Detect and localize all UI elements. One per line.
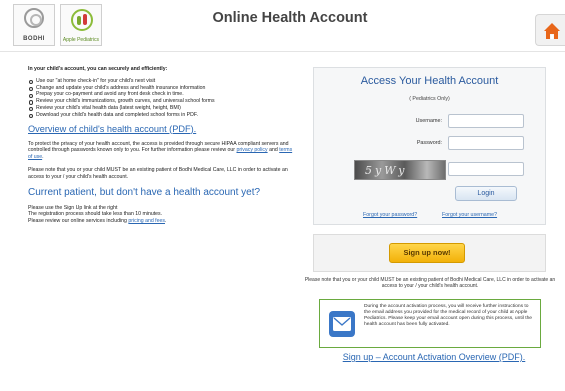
apple-pediatrics-logo-mark (71, 9, 93, 31)
intro-text: In your child's account, you can securel… (28, 66, 168, 72)
page-header: BODHI Apple Pediatrics Online Health Acc… (0, 0, 565, 52)
apple-pediatrics-logo-text: Apple Pediatrics (62, 37, 100, 43)
signup-info-text: Please review our online services includ… (28, 218, 127, 225)
forgot-username-link[interactable]: Forgot your username? (442, 212, 497, 218)
password-label: Password: (416, 140, 442, 146)
page-title: Online Health Account (212, 10, 368, 26)
signup-box: Sign up now! (313, 234, 546, 272)
username-label: Username: (415, 118, 442, 124)
captcha-image: 5yWy (354, 160, 446, 180)
forgot-password-link[interactable]: Forgot your password? (363, 212, 417, 218)
envelope-icon (333, 317, 351, 331)
password-input[interactable] (448, 136, 524, 150)
pricing-and-fees-link[interactable]: pricing and fees (128, 218, 165, 224)
period-text: . (42, 154, 44, 161)
signup-button[interactable]: Sign up now! (389, 243, 465, 263)
mail-icon (329, 311, 355, 337)
period-text: . (164, 218, 167, 225)
captcha-input[interactable] (448, 162, 524, 176)
signup-info-line: Please use the Sign Up link at the right (28, 204, 118, 211)
signup-info-line: The registration process should take les… (28, 211, 163, 218)
login-panel-title: Access Your Health Account (360, 75, 499, 87)
list-item: Prepay your co-payment and avoid any fro… (28, 91, 296, 98)
bodhi-logo-mark (24, 8, 44, 28)
bodhi-logo-text: BODHI (23, 36, 45, 42)
bodhi-logo[interactable]: BODHI (13, 4, 55, 46)
and-text: and (269, 147, 278, 154)
list-item: Download your child's health data and co… (28, 112, 296, 119)
apple-pediatrics-logo[interactable]: Apple Pediatrics (60, 4, 102, 46)
list-item: Review your child's vital health data (l… (28, 105, 296, 112)
activation-info-box: During the account activation process, y… (319, 299, 541, 348)
captcha-text: 5yWy (365, 164, 408, 177)
privacy-policy-link[interactable]: privacy policy (236, 147, 267, 153)
list-item: Use our "at home check-in" for your chil… (28, 78, 296, 85)
current-patient-heading: Current patient, but don't have a health… (28, 186, 261, 198)
patient-note: Please note that you or your child MUST … (28, 166, 288, 180)
list-item: Change and update your child's address a… (28, 85, 296, 92)
login-panel: Access Your Health Account ( Pediatrics … (313, 67, 546, 225)
activation-text: During the account activation process, y… (364, 304, 533, 328)
account-info-column: In your child's account, you can securel… (28, 66, 296, 225)
features-list: Use our "at home check-in" for your chil… (28, 78, 296, 119)
privacy-paragraph: To protect the privacy of your health ac… (28, 141, 296, 161)
activation-overview-pdf-link[interactable]: Sign up – Account Activation Overview (P… (319, 352, 549, 362)
home-button[interactable] (535, 14, 565, 46)
username-input[interactable] (448, 114, 524, 128)
signup-instructions: Please use the Sign Up link at the right… (28, 205, 296, 225)
login-button[interactable]: Login (455, 186, 517, 201)
signup-notice: Please note that you or your child MUST … (304, 277, 556, 290)
login-panel-subtitle: ( Pediatrics Only) (409, 96, 450, 102)
account-overview-pdf-link[interactable]: Overview of child's health account (PDF)… (28, 124, 296, 135)
signup-info-line: Please review our online services includ… (28, 218, 296, 225)
list-item: Review your child's immunizations, growt… (28, 98, 296, 105)
home-icon (544, 23, 560, 39)
